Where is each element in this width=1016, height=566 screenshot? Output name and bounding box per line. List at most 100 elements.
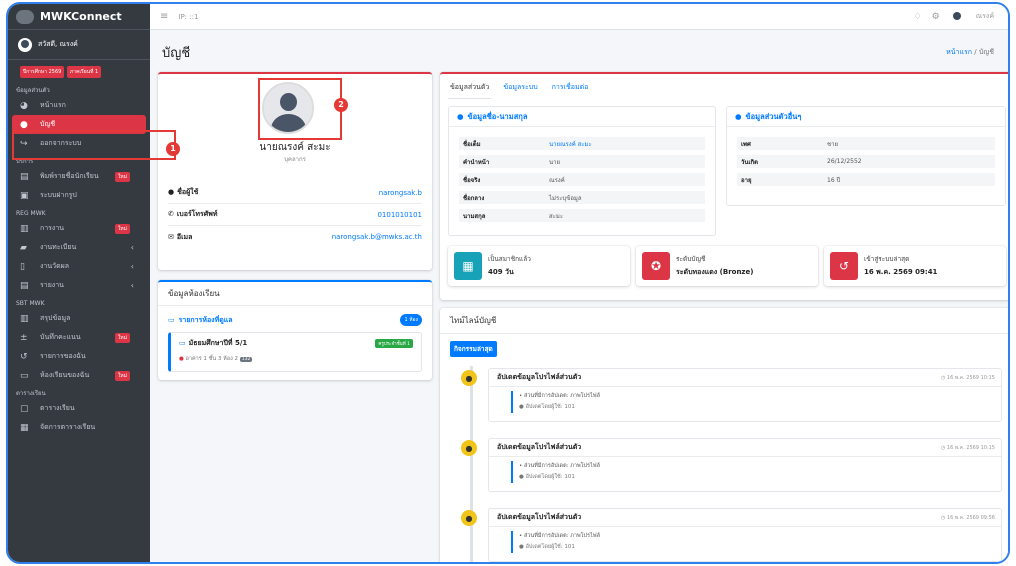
sidebar-item-summary[interactable]: ▥ สรุปข้อมูล xyxy=(8,309,150,328)
chart-icon: ▥ xyxy=(20,313,29,324)
hamburger-icon[interactable]: ≡ xyxy=(160,11,168,22)
topbar-user-name[interactable]: ณรงค์ xyxy=(976,11,994,22)
profile-role: บุคลากร xyxy=(284,156,306,163)
sidebar-item-photo[interactable]: ▣ ระบบฝากรูป xyxy=(8,186,150,205)
breadcrumb-separator: / xyxy=(974,48,977,56)
email-label: ✉ อีเมล xyxy=(168,232,192,243)
sidebar-item-label: พิมพ์รายชื่อนักเรียน xyxy=(40,172,99,180)
sidebar-item-label: รายงาน xyxy=(40,281,64,289)
bell-icon[interactable]: ♢ xyxy=(913,12,921,22)
tab-connection[interactable]: การเชื่อมต่อ xyxy=(550,80,591,99)
term-badges: ปีการศึกษา 2569 ภาคเรียนที่ 1 xyxy=(8,60,150,82)
user-icon: ● xyxy=(168,188,175,196)
clock-icon: ◷ xyxy=(940,514,946,521)
chevron-left-icon: ‹ xyxy=(130,262,134,271)
sidebar-item-home[interactable]: ◕ หน้าแรก xyxy=(8,96,150,115)
row-key: อายุ xyxy=(741,176,752,184)
sidebar-item-work[interactable]: ▥ การงาน ใหม่ xyxy=(8,219,150,238)
plus-minus-icon: ± xyxy=(20,332,28,343)
room-code-badge: 132 xyxy=(239,357,253,362)
classroom-count-badge: 1 ห้อง xyxy=(400,314,422,326)
row-key: ชื่อกลาง xyxy=(463,194,485,202)
chalkboard-icon: ▭ xyxy=(168,316,175,324)
sidebar-item-scores[interactable]: ± บันทึกคะแนน ใหม่ xyxy=(8,328,150,347)
history-icon: ↺ xyxy=(20,351,28,362)
brand[interactable]: MWKConnect xyxy=(8,4,150,30)
timeline-time: ◷ 16 พ.ค. 2569 10:15 xyxy=(941,444,1001,452)
other-info-title: ● ข้อมูลส่วนตัวอื่นๆ xyxy=(727,107,1005,127)
users-icon: ● xyxy=(457,112,464,121)
chart-icon: ▥ xyxy=(20,223,29,234)
row-key: วันเกิด xyxy=(741,158,759,166)
timeline-time-text: 16 พ.ค. 2569 10:15 xyxy=(946,374,995,381)
user-panel[interactable]: สวัสดี, ณรงค์ xyxy=(8,30,150,60)
timeline-item-body: • ส่วนที่มีการอัปเดต: ภาพโปรไฟล์ ● อัปเดต… xyxy=(511,531,600,553)
row-value: นายณรงค์ สะมะ xyxy=(549,140,592,148)
stat-label: เป็นสมาชิกแล้ว xyxy=(488,255,531,263)
sidebar-item-registration[interactable]: ▰ งานทะเบียน ‹ xyxy=(8,238,150,257)
chevron-left-icon: ‹ xyxy=(130,281,134,290)
details-tabs: ข้อมูลส่วนตัว ข้อมูลระบบ การเชื่อมต่อ xyxy=(448,80,590,99)
phone-value[interactable]: 0101010101 xyxy=(377,211,422,219)
table-row: อายุ 16 ปี xyxy=(737,173,995,187)
recent-activity-badge: กิจกรรมล่าสุด xyxy=(450,341,497,357)
timeline-item-header: อัปเดตข้อมูลโปรไฟล์ส่วนตัว ◷ 16 พ.ค. 2569… xyxy=(489,509,1001,527)
user-icon: ● xyxy=(20,119,28,130)
email-value[interactable]: narongsak.b@mwks.ac.th xyxy=(332,233,422,241)
timeline-item: อัปเดตข้อมูลโปรไฟล์ส่วนตัว ◷ 16 พ.ค. 2569… xyxy=(488,508,1002,562)
breadcrumb-current: บัญชี xyxy=(978,48,994,56)
table-row: เพศ ชาย xyxy=(737,137,995,151)
label-text: เบอร์โทรศัพท์ xyxy=(176,210,218,218)
timeline-item: อัปเดตข้อมูลโปรไฟล์ส่วนตัว ◷ 16 พ.ค. 2569… xyxy=(488,368,1002,422)
sidebar-item-label: บัญชี xyxy=(40,120,56,128)
stat-label: เข้าสู่ระบบล่าสุด xyxy=(864,255,910,263)
profile-name: นายณรงค์ สะมะ xyxy=(259,142,331,153)
classroom-item[interactable]: ▭ มัธยมศึกษาปีที่ 5/1 ครูประจำชั้นที่ 1 ●… xyxy=(168,332,422,372)
sidebar-item-my-list[interactable]: ↺ รายการของฉัน xyxy=(8,347,150,366)
stat-value: ระดับทองแดง (Bronze) xyxy=(676,268,754,276)
tab-system[interactable]: ข้อมูลระบบ xyxy=(501,80,539,99)
image-icon: ▣ xyxy=(20,190,29,201)
avatar xyxy=(18,37,32,52)
brand-name: MWKConnect xyxy=(40,10,122,23)
username-value[interactable]: narongsak.b xyxy=(379,189,422,197)
sidebar-item-label: งานทะเบียน xyxy=(40,243,77,251)
timeline-by-text: อัปเดตโดยผู้ใช้: 101 xyxy=(525,544,575,550)
timeline-by: ● อัปเดตโดยผู้ใช้: 101 xyxy=(519,402,600,413)
sidebar-item-assessment[interactable]: ▯ งานวัดผล ‹ xyxy=(8,257,150,276)
stat-account-level: ✪ ระดับบัญชี ระดับทองแดง (Bronze) xyxy=(636,246,818,286)
annotation-number-1: 1 xyxy=(166,142,180,156)
sidebar-item-manage-timetable[interactable]: ▦ จัดการตารางเรียน xyxy=(8,418,150,437)
brand-logo xyxy=(16,9,34,24)
stat-membership: ▦ เป็นสมาชิกแล้ว 409 วัน xyxy=(448,246,630,286)
topbar-avatar[interactable] xyxy=(949,9,964,24)
user-small-icon: ● xyxy=(519,474,524,480)
history-icon: ↺ xyxy=(830,252,858,280)
sidebar-item-label: ตารางเรียน xyxy=(40,404,75,412)
table-row: นามสกุล สะมะ xyxy=(459,209,705,223)
calendar-icon: ▢ xyxy=(20,403,29,414)
timeline-item-header: อัปเดตข้อมูลโปรไฟล์ส่วนตัว ◷ 16 พ.ค. 2569… xyxy=(489,439,1001,457)
new-badge: ใหม่ xyxy=(114,370,130,381)
timeline-time-text: 16 พ.ค. 2569 10:15 xyxy=(946,444,995,451)
app-window: MWKConnect สวัสดี, ณรงค์ ปีการศึกษา 2569… xyxy=(6,2,1010,564)
sidebar-item-print-students[interactable]: ▤ พิมพ์รายชื่อนักเรียน ใหม่ xyxy=(8,167,150,186)
username-row: ● ชื่อผู้ใช้ narongsak.b xyxy=(168,182,422,204)
timeline-item-body: • ส่วนที่มีการอัปเดต: ภาพโปรไฟล์ ● อัปเดต… xyxy=(511,461,600,483)
row-key: คำนำหน้า xyxy=(463,158,490,166)
location-text: อาคาร 1 ชั้น 3 ห้อง 2 xyxy=(185,356,239,362)
sidebar-item-reports[interactable]: ▤ รายงาน ‹ xyxy=(8,276,150,295)
timeline-item-title: อัปเดตข้อมูลโปรไฟล์ส่วนตัว xyxy=(497,443,582,451)
sidebar-item-my-classroom[interactable]: ▭ ห้องเรียนของฉัน ใหม่ xyxy=(8,366,150,385)
nav-section-title: ข้อมูลส่วนตัว xyxy=(16,87,50,94)
breadcrumb-home[interactable]: หน้าแรก xyxy=(946,48,972,56)
stat-label: ระดับบัญชี xyxy=(676,255,706,263)
tab-personal[interactable]: ข้อมูลส่วนตัว xyxy=(448,80,492,99)
timeline-item-title: อัปเดตข้อมูลโปรไฟล์ส่วนตัว xyxy=(497,373,582,381)
settings-icon[interactable]: ⚙ xyxy=(932,12,940,22)
sidebar-item-timetable[interactable]: ▢ ตารางเรียน xyxy=(8,399,150,418)
sidebar: MWKConnect สวัสดี, ณรงค์ ปีการศึกษา 2569… xyxy=(8,4,150,562)
new-badge: ใหม่ xyxy=(114,223,130,234)
gauge-icon: ◕ xyxy=(20,100,28,111)
row-value: สะมะ xyxy=(549,212,564,220)
